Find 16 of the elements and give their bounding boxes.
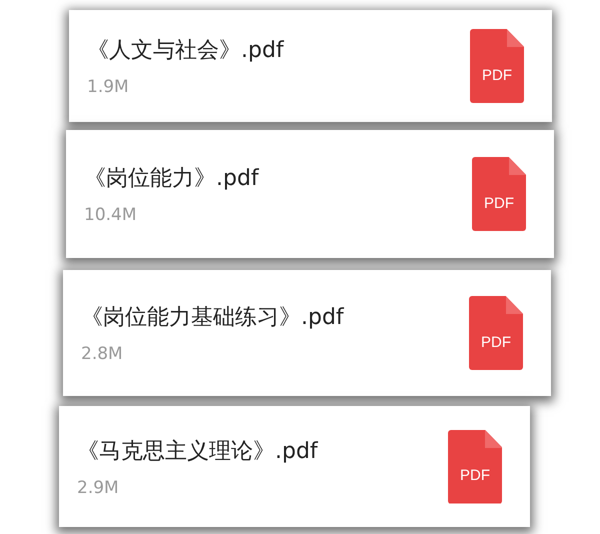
- pdf-file-icon: PDF: [469, 296, 523, 370]
- file-name: 《人文与社会》.pdf: [87, 37, 284, 65]
- file-size: 1.9M: [87, 77, 130, 97]
- file-size: 10.4M: [84, 205, 138, 225]
- file-card[interactable]: 《岗位能力基础练习》.pdf 2.8M PDF: [63, 270, 551, 396]
- file-card[interactable]: 《岗位能力》.pdf 10.4M PDF: [66, 130, 554, 258]
- file-card[interactable]: 《马克思主义理论》.pdf 2.9M PDF: [59, 406, 530, 527]
- pdf-file-icon: PDF: [448, 430, 502, 504]
- file-name: 《岗位能力基础练习》.pdf: [81, 304, 344, 332]
- pdf-file-icon: PDF: [470, 29, 524, 103]
- file-size: 2.8M: [81, 344, 124, 364]
- file-name: 《马克思主义理论》.pdf: [77, 438, 318, 466]
- file-size: 2.9M: [77, 478, 120, 498]
- file-card[interactable]: 《人文与社会》.pdf 1.9M PDF: [69, 10, 552, 122]
- pdf-file-icon: PDF: [472, 157, 526, 231]
- file-name: 《岗位能力》.pdf: [84, 165, 259, 193]
